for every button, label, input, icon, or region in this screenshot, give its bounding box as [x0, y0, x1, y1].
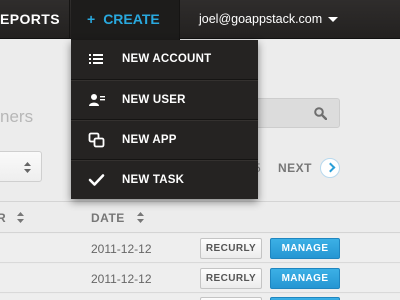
manage-button[interactable]: MANAGE [270, 238, 340, 259]
pagination-next-label[interactable]: NEXT [278, 161, 312, 175]
recurly-button[interactable]: RECURLY [200, 268, 262, 289]
list-icon [89, 54, 103, 64]
table-header: R DATE [0, 201, 400, 233]
menu-item-label: NEW APP [122, 134, 177, 146]
nav-create-label: CREATE [103, 11, 160, 27]
table-row: 2011-12-12 RECURLY MANAGE [0, 234, 400, 263]
nav-reports-tab[interactable]: EPORTS [0, 0, 70, 39]
menu-item-label: NEW ACCOUNT [122, 53, 212, 65]
select-arrows-icon [24, 162, 31, 173]
row-date: 2011-12-12 [91, 272, 152, 286]
create-dropdown-menu: NEW ACCOUNT NEW USER NEW APP NEW TASK [71, 40, 258, 199]
user-email-menu[interactable]: joel@goappstack.com [199, 0, 322, 39]
menu-item-new-account[interactable]: NEW ACCOUNT [71, 40, 258, 80]
menu-item-new-task[interactable]: NEW TASK [71, 160, 258, 200]
user-icon [89, 94, 105, 106]
chevron-right-icon [325, 162, 336, 173]
manage-button[interactable]: MANAGE [270, 268, 340, 289]
sort-icon[interactable] [137, 212, 144, 223]
column-header-first[interactable]: R [0, 211, 6, 225]
column-header-date[interactable]: DATE [91, 211, 125, 225]
plus-icon: + [87, 11, 96, 27]
app-icon [88, 132, 105, 148]
filter-select[interactable] [0, 151, 42, 182]
checkmark-icon [88, 174, 105, 186]
search-icon[interactable] [314, 107, 327, 120]
page-subtitle: ners [0, 107, 34, 126]
table-row: 2011-12-12 RECURLY MANAGE [0, 264, 400, 293]
menu-item-label: NEW USER [122, 94, 186, 106]
recurly-button[interactable]: RECURLY [200, 238, 262, 259]
row-date: 2011-12-12 [91, 242, 152, 256]
table-row [0, 294, 400, 300]
top-navigation-bar: EPORTS + CREATE joel@goappstack.com [0, 0, 400, 40]
menu-item-label: NEW TASK [122, 174, 185, 186]
chevron-down-icon[interactable] [328, 17, 338, 22]
menu-item-new-user[interactable]: NEW USER [71, 80, 258, 120]
sort-icon[interactable] [17, 212, 24, 223]
menu-item-new-app[interactable]: NEW APP [71, 120, 258, 160]
next-page-button[interactable] [320, 158, 340, 178]
nav-create-tab[interactable]: + CREATE [71, 0, 180, 40]
